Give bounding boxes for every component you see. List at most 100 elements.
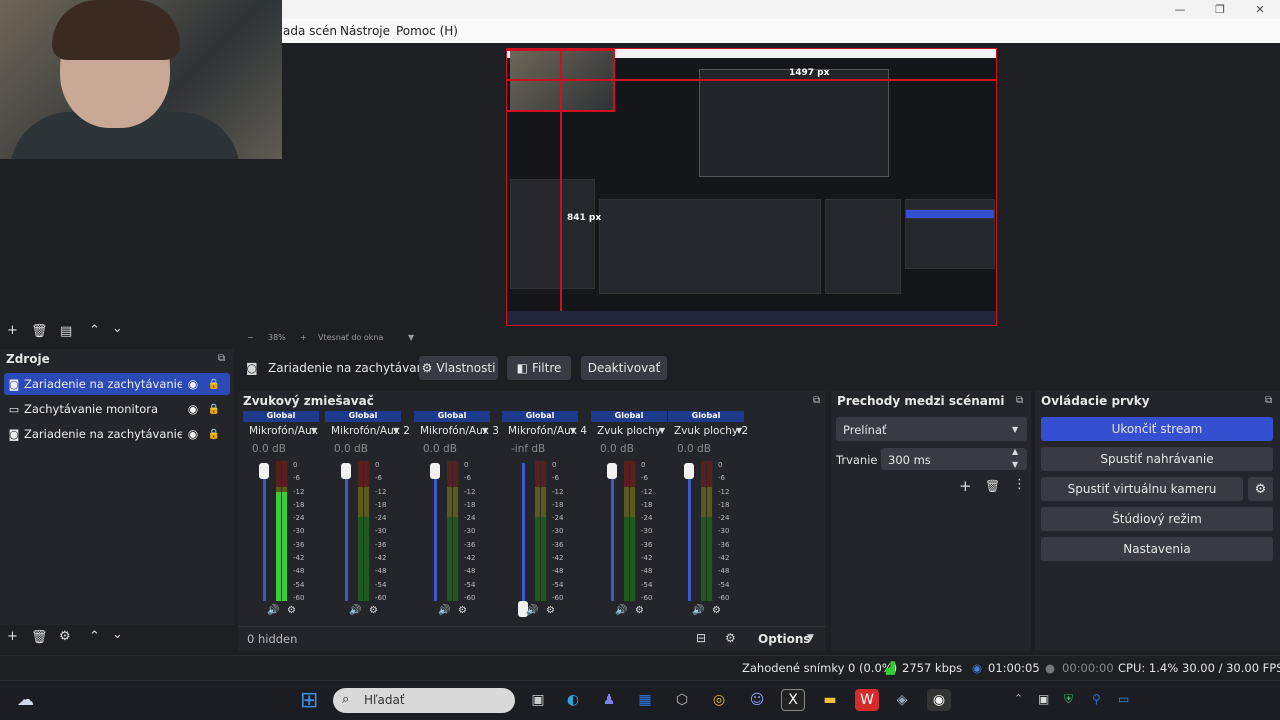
- weather-icon[interactable]: ☁: [17, 690, 34, 710]
- zoom-in-button[interactable]: +: [300, 333, 307, 342]
- chevron-down-icon[interactable]: ▼: [311, 426, 317, 435]
- channel-name[interactable]: Zvuk plochy: [597, 425, 661, 437]
- gear-icon[interactable]: ⚙: [546, 605, 555, 616]
- volume-slider[interactable]: [522, 463, 525, 601]
- gear-icon[interactable]: ⚙: [635, 605, 644, 616]
- chrome-icon[interactable]: ◎: [707, 689, 731, 711]
- chevron-down-icon[interactable]: ▼: [408, 333, 414, 342]
- speaker-icon[interactable]: 🔊: [349, 605, 361, 616]
- store-icon[interactable]: ▦: [633, 689, 657, 711]
- more-icon[interactable]: ⋮: [1013, 477, 1026, 492]
- chevron-up-icon[interactable]: ⌃: [89, 629, 100, 644]
- speaker-icon[interactable]: 🔊: [692, 605, 704, 616]
- lock-icon[interactable]: 🔒: [204, 429, 224, 440]
- menu-help[interactable]: Pomoc (H): [396, 24, 458, 38]
- filter-icon[interactable]: ▤: [60, 324, 72, 339]
- deactivate-button[interactable]: Deaktivovať: [581, 356, 667, 380]
- obs-icon[interactable]: ◉: [927, 689, 951, 711]
- chevron-down-icon[interactable]: ▼: [736, 426, 742, 435]
- add-transition-icon[interactable]: +: [959, 477, 972, 495]
- gear-icon[interactable]: ⚙: [458, 605, 467, 616]
- spin-up-icon[interactable]: ▲: [1012, 447, 1018, 456]
- speaker-icon[interactable]: 🔊: [267, 605, 279, 616]
- undock-icon[interactable]: ⧉: [1265, 395, 1272, 406]
- eye-icon[interactable]: ◉: [182, 377, 204, 391]
- gear-icon[interactable]: ⚙: [287, 605, 296, 616]
- tray-app-icon[interactable]: ▣: [1038, 692, 1049, 706]
- chevron-down-icon[interactable]: ⌄: [112, 627, 123, 642]
- volume-slider-handle[interactable]: [430, 463, 440, 479]
- taskbar-search[interactable]: [333, 688, 515, 713]
- zoom-fit-select[interactable]: Vtesnať do okna: [318, 333, 383, 342]
- minimize-button[interactable]: —: [1160, 0, 1200, 19]
- trash-icon[interactable]: 🗑: [31, 324, 48, 339]
- volume-slider-handle[interactable]: [259, 463, 269, 479]
- restore-button[interactable]: ❐: [1200, 0, 1240, 19]
- properties-button[interactable]: ⚙ Vlastnosti: [419, 356, 498, 380]
- x-app-icon[interactable]: X: [781, 689, 805, 711]
- chevron-down-icon[interactable]: ⌄: [112, 321, 123, 336]
- chevron-up-icon[interactable]: ⌃: [89, 323, 100, 338]
- volume-slider[interactable]: [434, 463, 437, 601]
- add-source-icon[interactable]: +: [7, 629, 18, 644]
- chevron-down-icon[interactable]: ▼: [570, 426, 576, 435]
- start-recording-button[interactable]: Spustiť nahrávanie: [1041, 447, 1273, 471]
- source-item[interactable]: ▭ Zachytávanie monitora ◉ 🔒: [4, 398, 230, 420]
- lock-icon[interactable]: 🔒: [204, 404, 224, 415]
- windows-start-icon[interactable]: ⊞: [300, 688, 318, 713]
- virtual-camera-button[interactable]: Spustiť virtuálnu kameru: [1041, 477, 1243, 501]
- task-view-icon[interactable]: ▣: [526, 689, 550, 711]
- trash-icon[interactable]: 🗑: [31, 630, 48, 645]
- gear-icon[interactable]: ⚙: [1248, 477, 1273, 501]
- stop-stream-button[interactable]: Ukončiť stream: [1041, 417, 1273, 441]
- chevron-down-icon[interactable]: ▼: [482, 426, 488, 435]
- trash-icon[interactable]: 🗑: [985, 479, 1000, 493]
- wps-icon[interactable]: W: [855, 689, 879, 711]
- hidden-count[interactable]: 0 hidden: [247, 632, 297, 646]
- volume-slider-handle[interactable]: [341, 463, 351, 479]
- channel-name[interactable]: Mikrofón/Aux: [249, 425, 318, 437]
- edge-icon[interactable]: ◐: [561, 689, 585, 711]
- discord-icon[interactable]: ☺: [745, 689, 769, 711]
- network-icon[interactable]: ▭: [1118, 692, 1129, 706]
- speaker-icon[interactable]: 🔊: [526, 605, 538, 616]
- layout-icon[interactable]: ⊟: [696, 631, 706, 645]
- menu-scene-collection[interactable]: ada scén: [283, 24, 337, 38]
- volume-slider-handle[interactable]: [684, 463, 694, 479]
- undock-icon[interactable]: ⧉: [1016, 395, 1023, 406]
- source-item[interactable]: ◙ Zariadenie na zachytávanie vide ◉ 🔒: [4, 373, 230, 395]
- source-item[interactable]: ◙ Zariadenie na zachytávanie vide ◉ 🔒: [4, 423, 230, 445]
- gear-icon[interactable]: ⚙: [369, 605, 378, 616]
- folder-icon[interactable]: ▬: [818, 689, 842, 711]
- chevron-down-icon[interactable]: ▼: [807, 633, 814, 643]
- volume-slider[interactable]: [263, 463, 266, 601]
- undock-icon[interactable]: ⧉: [813, 395, 820, 406]
- undock-icon[interactable]: ⧉: [218, 353, 225, 364]
- eye-icon[interactable]: ◉: [182, 427, 204, 441]
- volume-slider[interactable]: [688, 463, 691, 601]
- steam-icon[interactable]: ◈: [890, 689, 914, 711]
- gear-icon[interactable]: ⚙: [59, 629, 71, 644]
- speaker-icon[interactable]: 🔊: [438, 605, 450, 616]
- teams-icon[interactable]: ♟: [597, 689, 621, 711]
- chevron-down-icon[interactable]: ▼: [659, 426, 665, 435]
- zoom-out-button[interactable]: −: [247, 333, 254, 342]
- volume-slider-handle[interactable]: [607, 463, 617, 479]
- spin-down-icon[interactable]: ▼: [1012, 460, 1018, 469]
- tray-icon[interactable]: ⚲: [1092, 692, 1101, 706]
- add-icon[interactable]: +: [7, 323, 18, 338]
- eye-icon[interactable]: ◉: [182, 402, 204, 416]
- security-icon[interactable]: ⛨: [1064, 692, 1073, 707]
- speaker-icon[interactable]: 🔊: [615, 605, 627, 616]
- preview-canvas[interactable]: 1497 px 841 px: [506, 48, 997, 326]
- volume-slider[interactable]: [345, 463, 348, 601]
- lock-icon[interactable]: 🔒: [204, 379, 224, 390]
- options-button[interactable]: Options: [758, 632, 811, 646]
- studio-mode-button[interactable]: Štúdiový režim: [1041, 507, 1273, 531]
- gear-icon[interactable]: ⚙: [712, 605, 721, 616]
- chevron-up-icon[interactable]: ⌃: [1014, 692, 1023, 705]
- volume-slider[interactable]: [611, 463, 614, 601]
- filters-button[interactable]: ◧ Filtre: [507, 356, 571, 380]
- menu-tools[interactable]: Nástroje: [340, 24, 390, 38]
- close-button[interactable]: ✕: [1240, 0, 1280, 19]
